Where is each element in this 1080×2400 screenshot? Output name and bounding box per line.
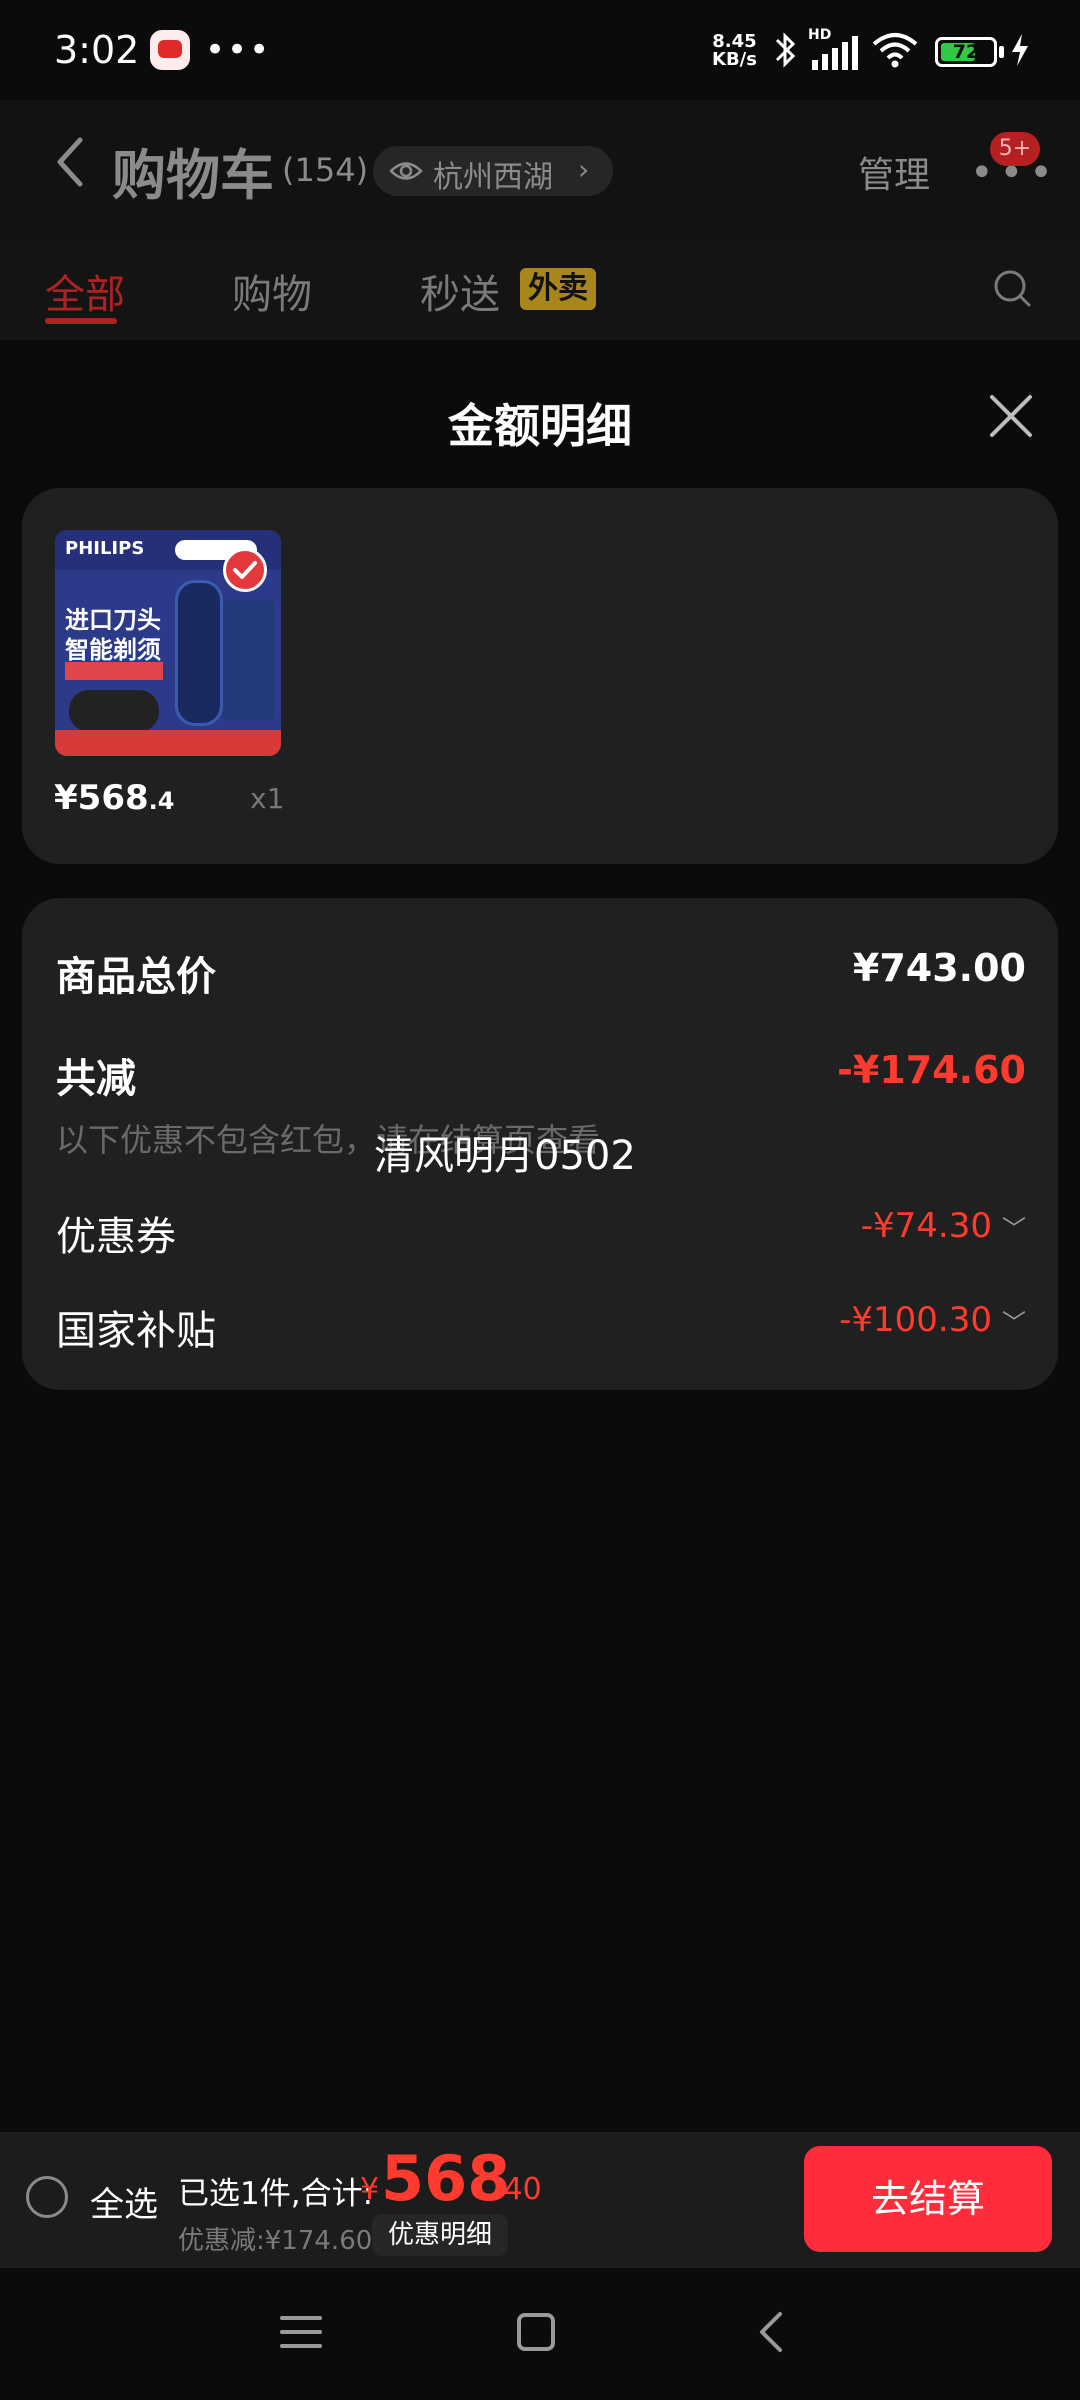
discount-amount: 优惠减:¥174.60 — [178, 2226, 373, 2256]
selected-check-icon — [223, 548, 267, 592]
charging-icon — [1012, 34, 1028, 66]
chevron-down-icon: ﹀ — [1002, 1309, 1026, 1337]
reduction-label: 共减 — [56, 1056, 136, 1102]
menu-icon[interactable] — [280, 2312, 322, 2352]
product-image[interactable]: PHILIPS 进口刀头 智能剃须 — [55, 530, 281, 756]
product-quantity: x1 — [250, 782, 285, 815]
battery-icon: 72 — [935, 37, 997, 67]
manage-button[interactable]: 管理 — [858, 146, 930, 198]
cart-count: (154) — [282, 151, 369, 189]
clock: 3:02 — [54, 28, 140, 72]
coupon-label: 优惠券 — [56, 1214, 176, 1260]
subsidy-value: -¥100.30 — [839, 1300, 992, 1340]
tab-all[interactable]: 全部 — [45, 262, 125, 320]
total-price-label: 商品总价 — [56, 954, 216, 1000]
takeout-tag: 外卖 — [520, 268, 596, 310]
tab-express[interactable]: 秒送 — [420, 262, 500, 320]
signal-icon — [812, 36, 858, 70]
chevron-down-icon: ﹀ — [1002, 1215, 1026, 1243]
location-selector[interactable]: 杭州西湖 › — [373, 146, 613, 196]
status-bar: 3:02 ••• 8.45 KB/s HD 72 — [0, 0, 1080, 100]
app-notification-icon — [150, 30, 190, 70]
active-tab-indicator — [45, 318, 117, 324]
wifi-icon — [872, 33, 918, 68]
page-title: 购物车 — [112, 144, 274, 207]
watermark: 清风明月0502 — [374, 1133, 636, 1179]
network-speed: 8.45 KB/s — [712, 31, 757, 70]
product-brand: PHILIPS — [65, 538, 145, 559]
close-icon[interactable] — [988, 393, 1034, 439]
product-price: ¥568.4 — [54, 778, 175, 818]
bluetooth-icon — [775, 32, 796, 68]
coupon-value: -¥74.30 — [860, 1206, 992, 1246]
tab-shopping[interactable]: 购物 — [232, 262, 312, 320]
total-currency: ¥ — [360, 2172, 380, 2207]
more-notifications-icon: ••• — [205, 30, 272, 70]
back-arrow-icon[interactable] — [50, 132, 90, 192]
discount-detail-button[interactable]: 优惠明细 — [372, 2214, 509, 2256]
total-amount: 568 — [381, 2142, 511, 2215]
message-badge: 5+ — [990, 132, 1040, 166]
system-nav-bar — [0, 2268, 1080, 2400]
location-label: 杭州西湖 — [433, 160, 553, 195]
select-all-radio[interactable] — [26, 2176, 68, 2218]
subsidy-row[interactable]: -¥100.30 ﹀ — [839, 1300, 1026, 1340]
selected-info: 已选1件,合计: — [178, 2176, 374, 2212]
subsidy-label: 国家补贴 — [56, 1308, 216, 1354]
chevron-right-icon: › — [578, 153, 590, 186]
battery-nub — [999, 46, 1004, 58]
checkout-button[interactable]: 去结算 — [804, 2146, 1052, 2252]
home-icon[interactable] — [516, 2312, 556, 2352]
select-all-label[interactable]: 全选 — [90, 2177, 158, 2226]
search-icon[interactable] — [992, 268, 1032, 308]
total-amount-decimal: .40 — [494, 2172, 542, 2207]
coupon-row[interactable]: -¥74.30 ﹀ — [861, 1206, 1026, 1246]
product-line2: 智能剃须 — [65, 636, 161, 664]
sheet-title: 金额明细 — [448, 399, 632, 453]
eye-icon — [389, 162, 423, 180]
reduction-value: -¥174.60 — [837, 1048, 1026, 1092]
back-icon[interactable] — [756, 2310, 786, 2354]
total-price-value: ¥743.00 — [852, 946, 1026, 990]
